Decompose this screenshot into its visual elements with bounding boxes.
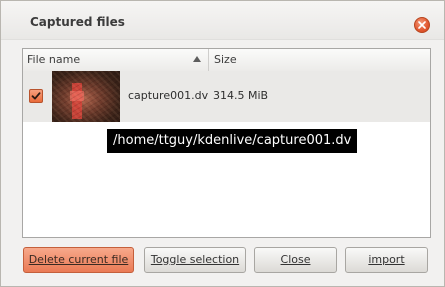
column-label-file-name: File name bbox=[27, 53, 81, 66]
toggle-selection-button[interactable]: Toggle selection bbox=[144, 247, 246, 273]
sort-ascending-icon bbox=[193, 56, 201, 62]
table-row[interactable]: capture001.dv 314.5 MiB bbox=[23, 71, 430, 122]
file-path-tooltip: /home/ttguy/kdenlive/capture001.dv bbox=[107, 129, 358, 153]
row-checkbox[interactable] bbox=[29, 89, 43, 103]
column-header-file-name[interactable]: File name bbox=[23, 49, 209, 71]
list-header: File name Size bbox=[23, 49, 430, 72]
import-button[interactable]: import bbox=[345, 247, 428, 273]
checkmark-icon bbox=[31, 92, 41, 100]
title-bar: Captured files bbox=[1, 1, 444, 40]
column-label-size: Size bbox=[214, 53, 237, 66]
dialog-title: Captured files bbox=[30, 15, 125, 29]
cell-file-name: capture001.dv bbox=[128, 89, 209, 102]
captured-files-dialog: Captured files File name Size capture001… bbox=[0, 0, 445, 287]
video-thumbnail bbox=[52, 71, 120, 122]
close-button[interactable]: Close bbox=[254, 247, 337, 273]
cell-size: 314.5 MiB bbox=[213, 89, 269, 102]
column-header-size[interactable]: Size bbox=[209, 49, 430, 71]
delete-current-file-button[interactable]: Delete current file bbox=[23, 247, 134, 273]
close-icon[interactable] bbox=[414, 17, 430, 33]
